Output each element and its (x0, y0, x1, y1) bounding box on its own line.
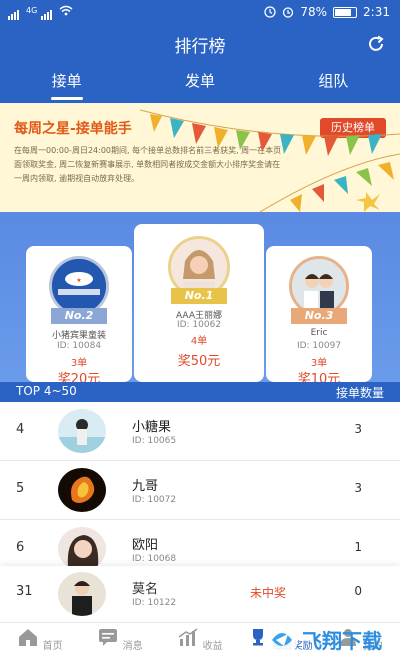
table-row[interactable]: 4 小糖果 ID: 10065 3 (0, 402, 400, 461)
podium-name: 小猪宾果童装 (51, 331, 106, 341)
banner-title: 每周之星-接单能手 (14, 121, 132, 137)
podium-count: 4单 (190, 336, 208, 347)
site-watermark: 飞翔下载 (262, 618, 398, 664)
tab-bar: 接单 发单 组队 (0, 66, 400, 102)
battery-icon (333, 6, 358, 18)
list-header: TOP 4~50 接单数量 (0, 382, 400, 402)
podium-count: 3单 (70, 358, 88, 369)
chart-icon (178, 628, 198, 646)
table-row[interactable]: 5 九哥 ID: 10072 3 (0, 461, 400, 520)
avatar (58, 409, 106, 453)
user-photo-icon (171, 239, 227, 295)
signal-icon (8, 6, 22, 20)
nav-home[interactable]: 首页 (0, 627, 80, 652)
nav-earnings[interactable]: 收益 (160, 627, 240, 652)
user-photo-icon (292, 259, 346, 313)
alarm-icon (283, 7, 294, 18)
rank-ribbon-1: No.1 (171, 288, 227, 304)
nav-message[interactable]: 消息 (80, 627, 160, 652)
shop-logo-icon: ★ (52, 259, 106, 313)
rank-ribbon-3: No.3 (291, 308, 347, 324)
refresh-icon[interactable] (366, 34, 386, 54)
network-label: 4G (26, 6, 38, 15)
tab-team[interactable]: 组队 (267, 66, 400, 102)
user-name: 小糖果 (132, 420, 172, 435)
podium-name: Eric (310, 328, 328, 338)
tab-receive[interactable]: 接单 (0, 66, 133, 102)
tab-publish[interactable]: 发单 (133, 66, 266, 102)
watermark-text: 飞翔下载 (302, 629, 382, 653)
nav-label: 首页 (42, 641, 63, 652)
message-icon (99, 629, 118, 646)
avatar (58, 527, 106, 571)
order-count: 0 (354, 584, 362, 598)
clock-time: 2:31 (363, 5, 390, 19)
my-rank-row[interactable]: 31 莫名 ID: 10122 未中奖 0 (0, 566, 400, 622)
podium-card-2[interactable]: ★ No.2 小猪宾果童装 ID: 10084 3单 奖20元 (26, 246, 132, 387)
avatar: ★ (49, 256, 109, 316)
signal-icon-2 (41, 6, 55, 20)
rank-ribbon-2: No.2 (51, 308, 107, 324)
user-name: 欧阳 (132, 538, 159, 553)
prize-status: 未中奖 (250, 586, 287, 600)
user-id: ID: 10068 (132, 554, 177, 564)
rank-number: 31 (16, 584, 33, 599)
weekly-star-banner: 每周之星-接单能手 历史榜单 在每周一00:00-周日24:00期间, 每个接单… (0, 104, 400, 212)
rank-number: 6 (16, 540, 25, 555)
top-bar: 4G 78% 2:31 排行榜 接单 发单 组队 (0, 0, 400, 103)
podium-card-1[interactable]: No.1 AAA王丽娜 ID: 10062 4单 奖50元 (134, 224, 264, 382)
list-range-label: TOP 4~50 (16, 384, 77, 398)
podium-count: 3单 (310, 358, 328, 369)
user-name: 九哥 (132, 479, 159, 494)
nav-label: 消息 (122, 641, 143, 652)
user-id: ID: 10065 (132, 436, 177, 446)
status-bar: 4G 78% 2:31 (0, 0, 400, 26)
podium-prize: 奖50元 (177, 354, 221, 369)
podium-id: ID: 10097 (296, 341, 342, 351)
rank-number: 5 (16, 481, 25, 496)
wifi-icon (59, 5, 73, 16)
svg-text:★: ★ (76, 277, 81, 284)
nav-label: 收益 (202, 641, 223, 652)
page-title: 排行榜 (174, 37, 226, 57)
order-count: 1 (354, 540, 362, 554)
rank-number: 4 (16, 422, 25, 437)
avatar (58, 468, 106, 512)
user-name: 莫名 (132, 582, 159, 597)
top3-podium: ★ No.2 小猪宾果童装 ID: 10084 3单 奖20元 No.1 AAA… (0, 212, 400, 387)
podium-card-3[interactable]: No.3 Eric ID: 10097 3单 奖10元 (266, 246, 372, 387)
user-id: ID: 10072 (132, 495, 177, 505)
avatar (289, 256, 349, 316)
order-count: 3 (354, 481, 362, 495)
sync-icon (264, 6, 277, 18)
bunting-decoration (140, 109, 400, 212)
podium-id: ID: 10084 (56, 341, 102, 351)
list-count-label: 接单数量 (335, 386, 384, 400)
podium-id: ID: 10062 (176, 320, 222, 330)
user-id: ID: 10122 (132, 598, 177, 608)
order-count: 3 (354, 422, 362, 436)
battery-percent: 78% (300, 5, 328, 19)
home-icon (19, 629, 38, 646)
avatar (58, 572, 106, 616)
